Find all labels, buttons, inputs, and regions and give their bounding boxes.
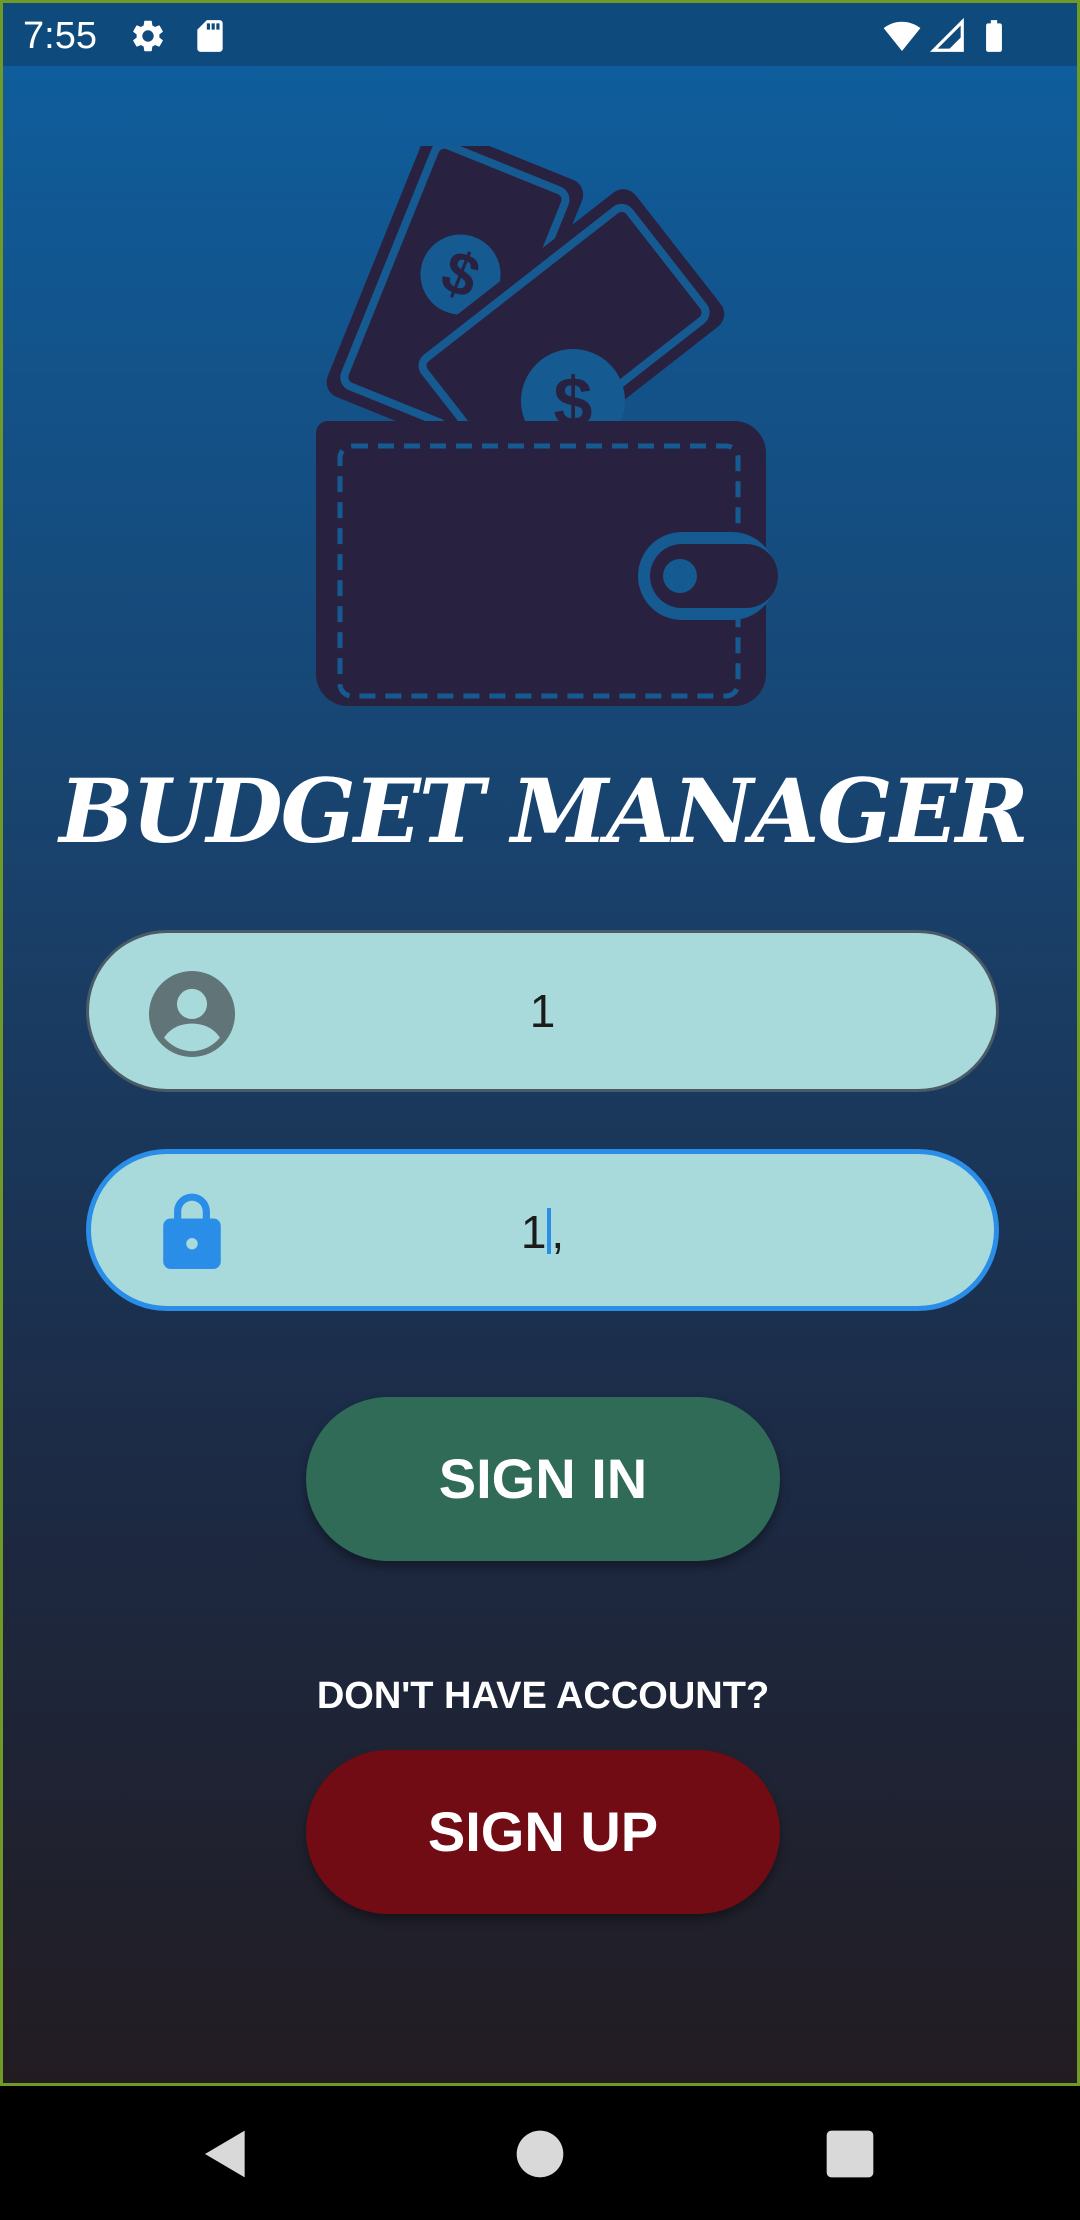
- app-content: $ $ BUDGET MANAGER 1 1 , SIGN IN DON'T H…: [0, 66, 1080, 2086]
- back-icon[interactable]: [198, 2126, 254, 2182]
- password-text-before-caret: 1: [520, 1206, 547, 1258]
- signal-icon: [929, 17, 964, 52]
- status-bar: 7:55: [0, 0, 1080, 66]
- sign-up-button[interactable]: SIGN UP: [306, 1750, 780, 1914]
- sign-in-button[interactable]: SIGN IN: [306, 1397, 780, 1561]
- no-account-label: DON'T HAVE ACCOUNT?: [316, 1675, 770, 1717]
- username-field[interactable]: 1: [86, 930, 999, 1092]
- password-value[interactable]: 1,: [91, 1204, 994, 1260]
- app-title: BUDGET MANAGER: [59, 759, 1029, 863]
- password-text-after-caret: ,: [551, 1206, 565, 1258]
- username-value[interactable]: 1: [89, 983, 996, 1039]
- home-icon[interactable]: [512, 2126, 568, 2182]
- screen: 7:55 $ $ BUDGET MANAGER 1 1 , SIGN IN DO…: [0, 0, 1080, 2220]
- status-time: 7:55: [23, 15, 97, 57]
- wifi-icon: [883, 21, 921, 52]
- wallet-with-cash-icon: $ $: [316, 146, 778, 706]
- password-field[interactable]: 1,: [86, 1149, 999, 1311]
- gear-icon: [133, 20, 163, 52]
- sd-card-icon: [197, 20, 223, 52]
- battery-icon: [986, 20, 1002, 52]
- recents-icon[interactable]: [822, 2126, 878, 2182]
- navigation-bar: [0, 2086, 1080, 2220]
